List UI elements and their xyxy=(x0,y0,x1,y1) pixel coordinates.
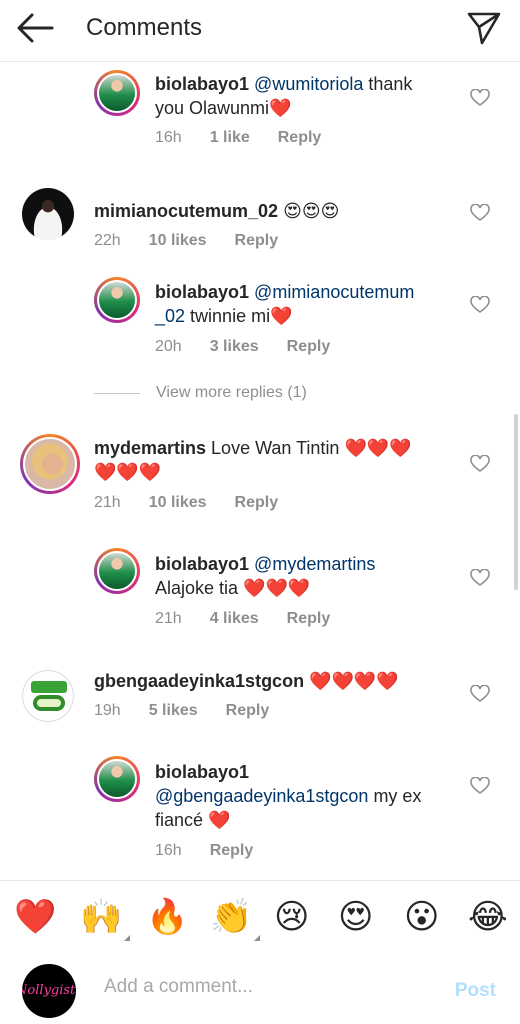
timestamp: 16h xyxy=(155,842,182,859)
comment-top: mydemartins Love Wan Tintin ❤️❤️❤️ ❤️❤️❤… xyxy=(0,424,520,534)
timestamp: 21h xyxy=(155,610,182,627)
username[interactable]: biolabayo1 xyxy=(155,554,249,574)
comment-reply: biolabayo1 @gbengaadeyinka1stgcon my ex … xyxy=(0,752,520,872)
comment-meta: 21h 10 likes Reply xyxy=(94,494,278,512)
post-button[interactable]: Post xyxy=(455,980,496,1002)
reply-button[interactable]: Reply xyxy=(235,232,279,250)
comment-top: gbengaadeyinka1stgcon ❤️❤️❤️❤️ 19h 5 lik… xyxy=(0,657,520,742)
view-more-replies[interactable]: View more replies (1) xyxy=(94,384,307,402)
heart-outline-icon[interactable] xyxy=(470,204,490,222)
username[interactable]: biolabayo1 xyxy=(155,762,249,782)
event-logo-icon xyxy=(31,681,67,711)
page-title: Comments xyxy=(86,14,203,41)
username[interactable]: biolabayo1 xyxy=(155,282,249,302)
comment-top: mimianocutemum_02 😍😍😍 22h 10 likes Reply xyxy=(0,172,520,257)
avatar[interactable] xyxy=(22,188,74,240)
emoji-fire[interactable]: 🔥 xyxy=(146,897,188,937)
avatar-logo: Nollygists xyxy=(22,983,76,998)
my-avatar: Nollygists xyxy=(22,964,76,1018)
header-bar: Comments xyxy=(0,0,520,62)
username[interactable]: biolabayo1 xyxy=(155,74,249,94)
emoji-laughing[interactable]: 😂 xyxy=(468,897,508,937)
scrollbar[interactable] xyxy=(514,414,518,590)
emoji-quick-bar: ❤️ 🙌 🔥 👏 😢 😍 😮 😂 xyxy=(0,880,520,954)
emoji-surprised[interactable]: 😮 xyxy=(404,897,439,937)
comment-input[interactable] xyxy=(104,976,404,998)
likes-count[interactable]: 1 like xyxy=(210,129,250,147)
timestamp: 20h xyxy=(155,338,182,355)
emoji-clap[interactable]: 👏 xyxy=(210,897,261,941)
timestamp: 21h xyxy=(94,494,121,511)
reply-button[interactable]: Reply xyxy=(278,129,322,147)
username[interactable]: gbengaadeyinka1stgcon xyxy=(94,671,304,691)
comment-meta: 16h Reply xyxy=(155,842,253,860)
comment-text: mimianocutemum_02 😍😍😍 xyxy=(94,201,340,221)
likes-count[interactable]: 3 likes xyxy=(210,338,259,356)
comment-text: biolabayo1 @wumitoriola thank you Olawun… xyxy=(155,74,413,118)
comment-text: gbengaadeyinka1stgcon ❤️❤️❤️❤️ xyxy=(94,671,399,691)
avatar[interactable] xyxy=(22,670,74,722)
timestamp: 19h xyxy=(94,702,121,719)
avatar[interactable] xyxy=(20,434,80,494)
heart-outline-icon[interactable] xyxy=(470,685,490,703)
emoji-crying[interactable]: 😢 xyxy=(274,897,309,937)
comment-reply: biolabayo1 @mimianocutemum _02 twinnie m… xyxy=(0,272,520,372)
mention-link[interactable]: @mimianocutemum xyxy=(254,282,414,302)
comment-meta: 20h 3 likes Reply xyxy=(155,338,330,356)
heart-outline-icon[interactable] xyxy=(470,777,490,795)
avatar[interactable] xyxy=(94,70,140,116)
reply-button[interactable]: Reply xyxy=(226,702,270,720)
heart-outline-icon[interactable] xyxy=(470,569,490,587)
comment-reply: biolabayo1 @mydemartins Alajoke tia ❤️❤️… xyxy=(0,542,520,642)
avatar[interactable] xyxy=(94,756,140,802)
timestamp: 22h xyxy=(94,232,121,249)
reply-button[interactable]: Reply xyxy=(287,338,331,356)
comment-meta: 19h 5 likes Reply xyxy=(94,702,269,720)
reply-button[interactable]: Reply xyxy=(235,494,279,512)
heart-outline-icon[interactable] xyxy=(470,455,490,473)
avatar[interactable] xyxy=(94,277,140,323)
reply-button[interactable]: Reply xyxy=(210,842,254,860)
likes-count[interactable]: 10 likes xyxy=(149,232,207,250)
timestamp: 16h xyxy=(155,129,182,146)
comment-list[interactable]: biolabayo1 @wumitoriola thank you Olawun… xyxy=(0,62,520,880)
reply-button[interactable]: Reply xyxy=(287,610,331,628)
emoji-heart[interactable]: ❤️ xyxy=(14,897,56,937)
comment-text: biolabayo1 @mydemartins Alajoke tia ❤️❤️… xyxy=(155,554,376,598)
likes-count[interactable]: 5 likes xyxy=(149,702,198,720)
comment-text: biolabayo1 @mimianocutemum _02 twinnie m… xyxy=(155,282,415,326)
comment-meta: 16h 1 like Reply xyxy=(155,129,321,147)
emoji-heart-eyes[interactable]: 😍 xyxy=(338,897,373,937)
mention-link[interactable]: @mydemartins xyxy=(254,554,375,574)
username[interactable]: mimianocutemum_02 xyxy=(94,201,278,221)
comment-meta: 22h 10 likes Reply xyxy=(94,232,278,250)
avatar[interactable] xyxy=(94,548,140,594)
back-arrow-icon[interactable] xyxy=(14,10,56,46)
comment-composer: Nollygists Post xyxy=(0,954,520,1024)
divider xyxy=(94,392,140,394)
comment-text: mydemartins Love Wan Tintin ❤️❤️❤️ ❤️❤️❤… xyxy=(94,438,412,482)
mention-link[interactable]: @gbengaadeyinka1stgcon xyxy=(155,786,368,806)
heart-outline-icon[interactable] xyxy=(470,296,490,314)
likes-count[interactable]: 10 likes xyxy=(149,494,207,512)
comment-text: biolabayo1 @gbengaadeyinka1stgcon my ex … xyxy=(155,762,422,830)
emoji-raised-hands[interactable]: 🙌 xyxy=(80,897,131,941)
username[interactable]: mydemartins xyxy=(94,438,206,458)
send-direct-icon[interactable] xyxy=(466,10,502,46)
likes-count[interactable]: 4 likes xyxy=(210,610,259,628)
comment-reply: biolabayo1 @wumitoriola thank you Olawun… xyxy=(0,62,520,172)
heart-outline-icon[interactable] xyxy=(470,89,490,107)
mention-link[interactable]: @wumitoriola xyxy=(254,74,363,94)
comment-meta: 21h 4 likes Reply xyxy=(155,610,330,628)
